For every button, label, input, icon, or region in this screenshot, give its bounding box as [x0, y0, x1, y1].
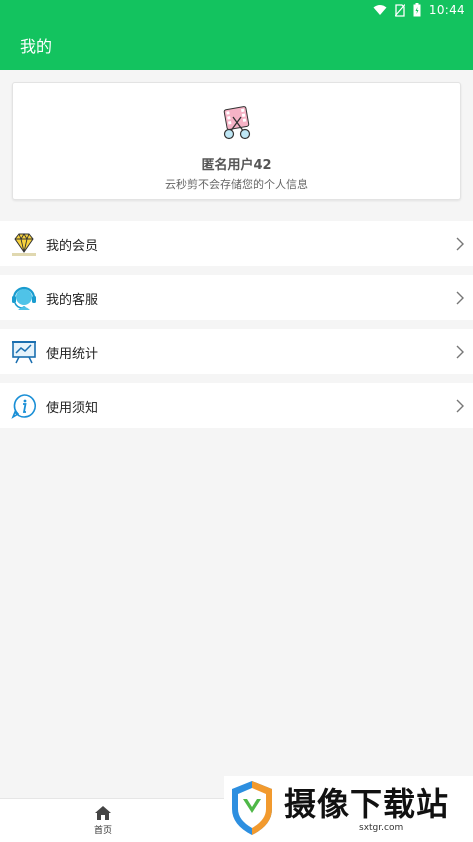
chevron-right-icon: [456, 237, 464, 251]
menu-item-membership[interactable]: 我的会员: [0, 221, 473, 266]
no-sim-icon: [394, 3, 405, 17]
menu-item-usage-stats[interactable]: 使用统计: [0, 329, 473, 374]
chevron-right-icon: [456, 291, 464, 305]
clock: 10:44: [428, 3, 465, 17]
diamond-icon: [12, 233, 36, 256]
username: 匿名用户42: [201, 158, 272, 173]
status-bar: 10:44: [0, 0, 473, 20]
menu-list: 我的会员 我的客服 使用统计 使用须知: [0, 221, 473, 437]
wifi-icon: [373, 5, 387, 15]
menu-item-usage-notice[interactable]: 使用须知: [0, 383, 473, 428]
battery-icon: [413, 3, 421, 17]
menu-item-label: 使用统计: [46, 347, 99, 362]
menu-item-label: 使用须知: [46, 401, 99, 416]
page-title: 我的: [20, 37, 53, 56]
chevron-right-icon: [456, 399, 464, 413]
nav-tab-label: 首页: [93, 826, 112, 836]
headset-icon: [12, 286, 36, 310]
watermark-logo: [232, 781, 272, 835]
nav-tab-home[interactable]: 首页: [82, 805, 124, 841]
header: 10:44 我的: [0, 0, 473, 70]
info-icon: [11, 394, 36, 419]
menu-item-label: 我的会员: [46, 239, 99, 254]
menu-item-customer-service[interactable]: 我的客服: [0, 275, 473, 320]
watermark: 摄像下载站 sxtgr.com: [224, 776, 473, 842]
chevron-right-icon: [456, 345, 464, 359]
privacy-note: 云秒剪不会存储您的个人信息: [165, 178, 308, 191]
home-icon: [95, 806, 111, 820]
watermark-text: 摄像下载站: [284, 785, 450, 823]
chart-board-icon: [12, 341, 36, 364]
profile-card[interactable]: 匿名用户42 云秒剪不会存储您的个人信息: [12, 82, 461, 200]
status-icons: 10:44: [373, 2, 465, 18]
menu-item-label: 我的客服: [46, 293, 99, 308]
watermark-domain: sxtgr.com: [359, 823, 404, 833]
avatar-scissors-film-icon: [223, 106, 251, 140]
app-screen: 10:44 我的 匿名用户42 云秒剪不会存储您的个人信息 我的会员 我的客服 …: [0, 0, 473, 842]
